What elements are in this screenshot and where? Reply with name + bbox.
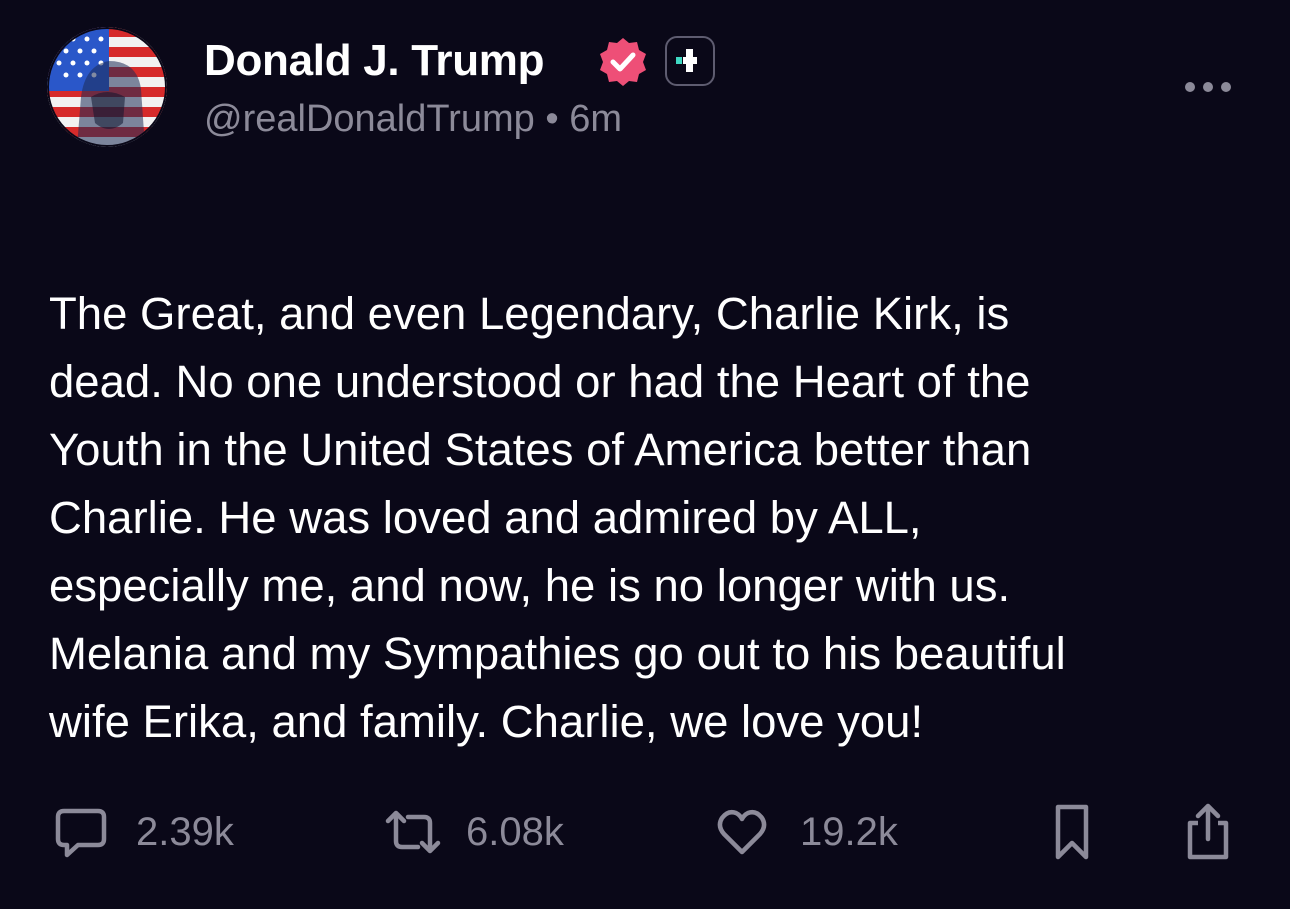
post-body-line: The Great, and even Legendary, Charlie K… [49, 288, 1010, 339]
share-button[interactable] [1182, 796, 1234, 868]
plus-badge-icon [665, 36, 715, 86]
post-body-line: dead. No one understood or had the Heart… [49, 356, 1031, 407]
share-icon [1182, 801, 1234, 863]
author-meta: @realDonaldTrump • 6m [204, 98, 622, 141]
reply-button[interactable]: 2.39k [52, 796, 234, 868]
post-body-line: wife Erika, and family. Charlie, we love… [49, 696, 924, 747]
more-options-button[interactable] [1178, 72, 1238, 102]
action-bar: 2.39k 6.08k 19.2k [0, 796, 1290, 868]
avatar-image [47, 27, 167, 147]
post-body-line: Charlie. He was loved and admired by ALL… [49, 492, 922, 543]
post-body: The Great, and even Legendary, Charlie K… [49, 280, 1239, 756]
more-icon [1185, 82, 1231, 92]
meta-separator: • [545, 98, 559, 140]
post-body-line: especially me, and now, he is no longer … [49, 560, 1011, 611]
like-count: 19.2k [800, 809, 898, 854]
post-timestamp[interactable]: 6m [569, 98, 622, 140]
heart-icon [714, 804, 770, 860]
post-body-line: Melania and my Sympathies go out to his … [49, 628, 1066, 679]
author-handle[interactable]: @realDonaldTrump [204, 98, 535, 140]
post-card: Donald J. Trump @realDonaldTrump • 6m Th… [0, 0, 1290, 909]
reply-count: 2.39k [136, 809, 234, 854]
repost-icon [382, 803, 444, 861]
profile-avatar[interactable] [47, 27, 167, 147]
bookmark-button[interactable] [1052, 796, 1092, 868]
author-display-name[interactable]: Donald J. Trump [204, 36, 545, 86]
reply-icon [52, 803, 110, 861]
verified-check-icon [596, 35, 650, 89]
repost-count: 6.08k [466, 809, 564, 854]
bookmark-icon [1052, 801, 1092, 863]
repost-button[interactable]: 6.08k [382, 796, 564, 868]
like-button[interactable]: 19.2k [714, 796, 898, 868]
post-body-line: Youth in the United States of America be… [49, 424, 1032, 475]
